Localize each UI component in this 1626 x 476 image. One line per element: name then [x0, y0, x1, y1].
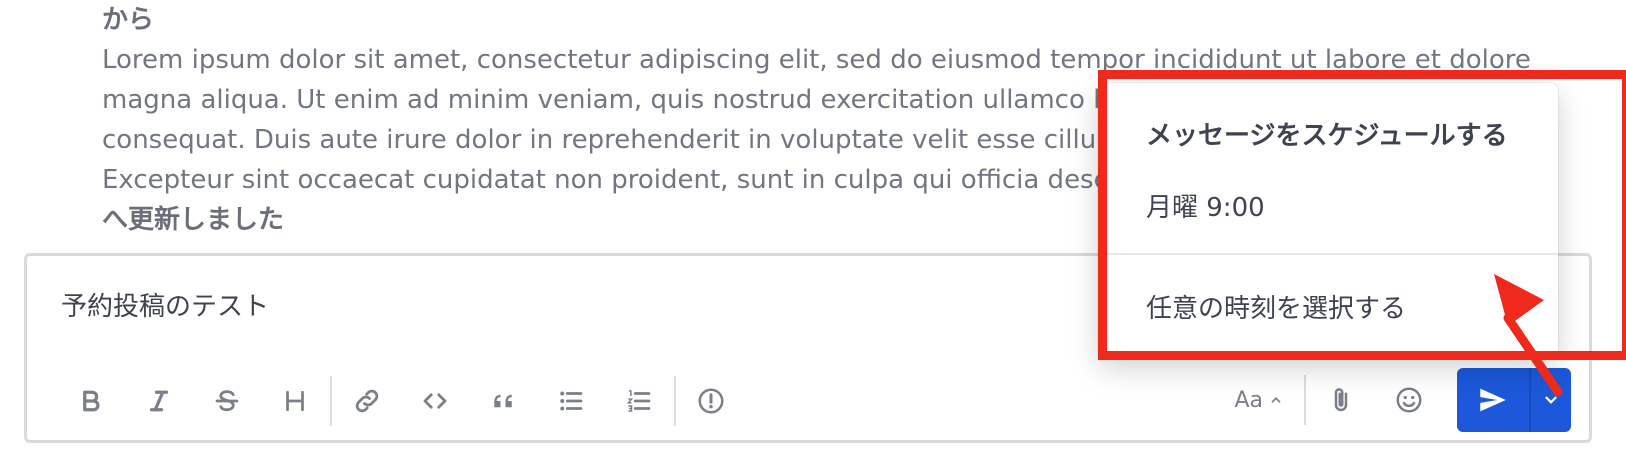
annotation-arrow: [1494, 274, 1563, 397]
